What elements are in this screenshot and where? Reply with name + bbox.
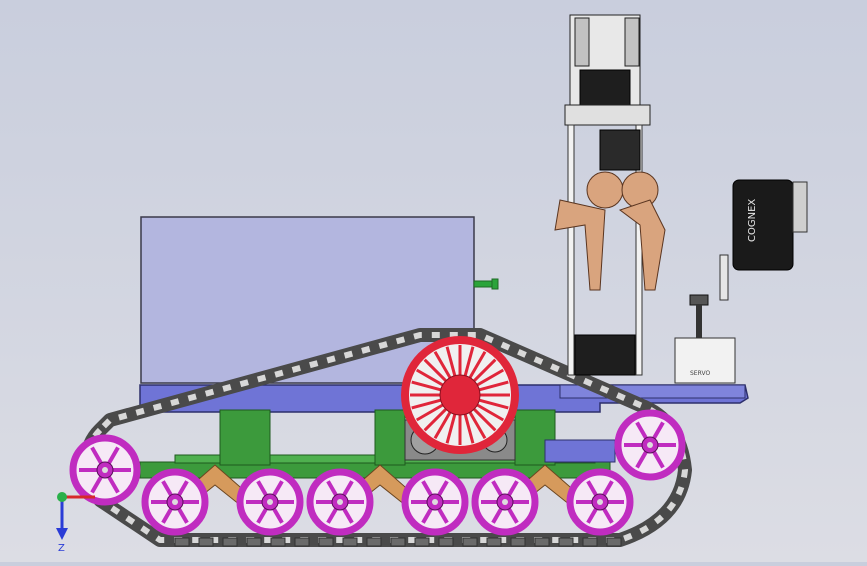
track-pad [318, 537, 334, 547]
track-pad [558, 537, 574, 547]
track-pad [534, 537, 550, 547]
track-pad [510, 537, 526, 547]
track-pad [270, 537, 286, 547]
triad-z-label: Z [58, 543, 65, 554]
track-pad [174, 537, 190, 547]
track-pad [462, 537, 478, 547]
drive-sprocket [401, 336, 519, 454]
mount-post: SERVO [674, 294, 736, 384]
camera-module: COGNEX [719, 179, 808, 301]
track-pad [198, 537, 214, 547]
road-wheel [141, 468, 209, 536]
servo-label: SERVO [690, 370, 710, 377]
track-pad [582, 537, 598, 547]
track-pad [438, 537, 454, 547]
road-wheel [401, 468, 469, 536]
road-wheel [306, 468, 374, 536]
track-pad [366, 537, 382, 547]
cad-viewport[interactable]: COGNEX SERVO Z [0, 0, 867, 562]
track-pad [486, 537, 502, 547]
track-pad [294, 537, 310, 547]
track-pad [390, 537, 406, 547]
track-pad [342, 537, 358, 547]
road-wheel [69, 434, 141, 506]
road-wheel [236, 468, 304, 536]
track-pad [222, 537, 238, 547]
camera-label: COGNEX [747, 199, 758, 242]
road-wheel [471, 468, 539, 536]
track-pad [414, 537, 430, 547]
road-wheel [566, 468, 634, 536]
track-pad [606, 537, 622, 547]
road-wheel [614, 409, 686, 481]
track-pad [246, 537, 262, 547]
